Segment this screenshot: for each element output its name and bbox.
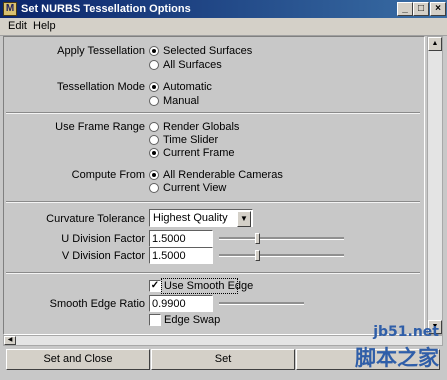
section-divider	[6, 201, 420, 203]
title-bar[interactable]: M Set NURBS Tessellation Options _ □ ×	[0, 0, 447, 18]
option-selected-surfaces-label[interactable]: Selected Surfaces	[163, 45, 252, 58]
chevron-down-icon[interactable]: ▼	[237, 211, 251, 227]
set-button[interactable]: Set	[151, 349, 295, 370]
slider-track	[219, 254, 344, 257]
smooth-edge-ratio-field[interactable]	[149, 295, 213, 312]
window-title: Set NURBS Tessellation Options	[21, 3, 191, 15]
options-panel: Apply Tessellation Selected Surfaces All…	[3, 36, 425, 335]
v-division-factor-label: V Division Factor	[61, 250, 145, 262]
slider-thumb[interactable]	[255, 233, 260, 244]
radio-manual[interactable]	[149, 96, 159, 106]
edge-swap-label[interactable]: Edge Swap	[164, 314, 220, 327]
option-all-renderable-cameras-label[interactable]: All Renderable Cameras	[163, 169, 283, 182]
menu-edit[interactable]: Edit	[8, 20, 27, 33]
option-current-frame-label[interactable]: Current Frame	[163, 147, 235, 160]
option-manual-label[interactable]: Manual	[163, 95, 199, 108]
watermark-text: 脚本之家	[355, 346, 439, 370]
smooth-edge-ratio-slider[interactable]	[219, 302, 304, 305]
radio-all-renderable-cameras[interactable]	[149, 170, 159, 180]
use-frame-range-label: Use Frame Range	[55, 121, 145, 133]
radio-render-globals[interactable]	[149, 122, 159, 132]
radio-current-view[interactable]	[149, 183, 159, 193]
option-render-globals-label[interactable]: Render Globals	[163, 121, 239, 134]
menu-help[interactable]: Help	[33, 20, 56, 33]
edge-swap-checkbox[interactable]	[149, 314, 161, 326]
curvature-tolerance-label: Curvature Tolerance	[46, 213, 145, 225]
use-smooth-edge-label[interactable]: Use Smooth Edge	[164, 280, 253, 293]
section-divider	[6, 272, 420, 274]
v-division-factor-field[interactable]	[149, 247, 213, 264]
curvature-tolerance-value: Highest Quality	[153, 212, 228, 224]
radio-automatic[interactable]	[149, 82, 159, 92]
u-division-factor-field[interactable]	[149, 230, 213, 247]
scroll-up-icon[interactable]: ▲	[428, 37, 442, 51]
apply-tessellation-label: Apply Tessellation	[57, 45, 145, 57]
option-automatic-label[interactable]: Automatic	[163, 81, 212, 94]
radio-current-frame[interactable]	[149, 148, 159, 158]
scroll-left-icon[interactable]: ◀	[4, 336, 16, 345]
radio-selected-surfaces[interactable]	[149, 46, 159, 56]
option-current-view-label[interactable]: Current View	[163, 182, 226, 195]
option-time-slider-label[interactable]: Time Slider	[163, 134, 218, 147]
u-division-factor-label: U Division Factor	[61, 233, 145, 245]
smooth-edge-ratio-label: Smooth Edge Ratio	[49, 298, 145, 310]
watermark-url: jb51.net	[373, 324, 439, 340]
tessellation-mode-label: Tessellation Mode	[56, 81, 145, 93]
watermark: jb51.net 脚本之家	[309, 322, 447, 380]
maya-app-icon[interactable]: M	[3, 2, 17, 16]
section-divider	[6, 112, 420, 114]
curvature-tolerance-dropdown[interactable]: Highest Quality ▼	[149, 209, 253, 227]
v-division-factor-slider[interactable]	[219, 250, 344, 262]
close-icon[interactable]: ×	[430, 2, 446, 16]
use-smooth-edge-checkbox[interactable]: ✓	[149, 280, 161, 292]
minimize-icon[interactable]: _	[397, 2, 413, 16]
radio-all-surfaces[interactable]	[149, 60, 159, 70]
slider-thumb[interactable]	[255, 250, 260, 261]
menu-bar: Edit Help	[0, 18, 447, 36]
slider-track	[219, 237, 344, 240]
vertical-scrollbar[interactable]: ▲ ▼	[427, 36, 443, 335]
set-and-close-button[interactable]: Set and Close	[6, 349, 150, 370]
option-all-surfaces-label[interactable]: All Surfaces	[163, 59, 222, 72]
u-division-factor-slider[interactable]	[219, 233, 344, 245]
compute-from-label: Compute From	[71, 169, 145, 181]
radio-time-slider[interactable]	[149, 135, 159, 145]
maximize-icon[interactable]: □	[413, 2, 429, 16]
